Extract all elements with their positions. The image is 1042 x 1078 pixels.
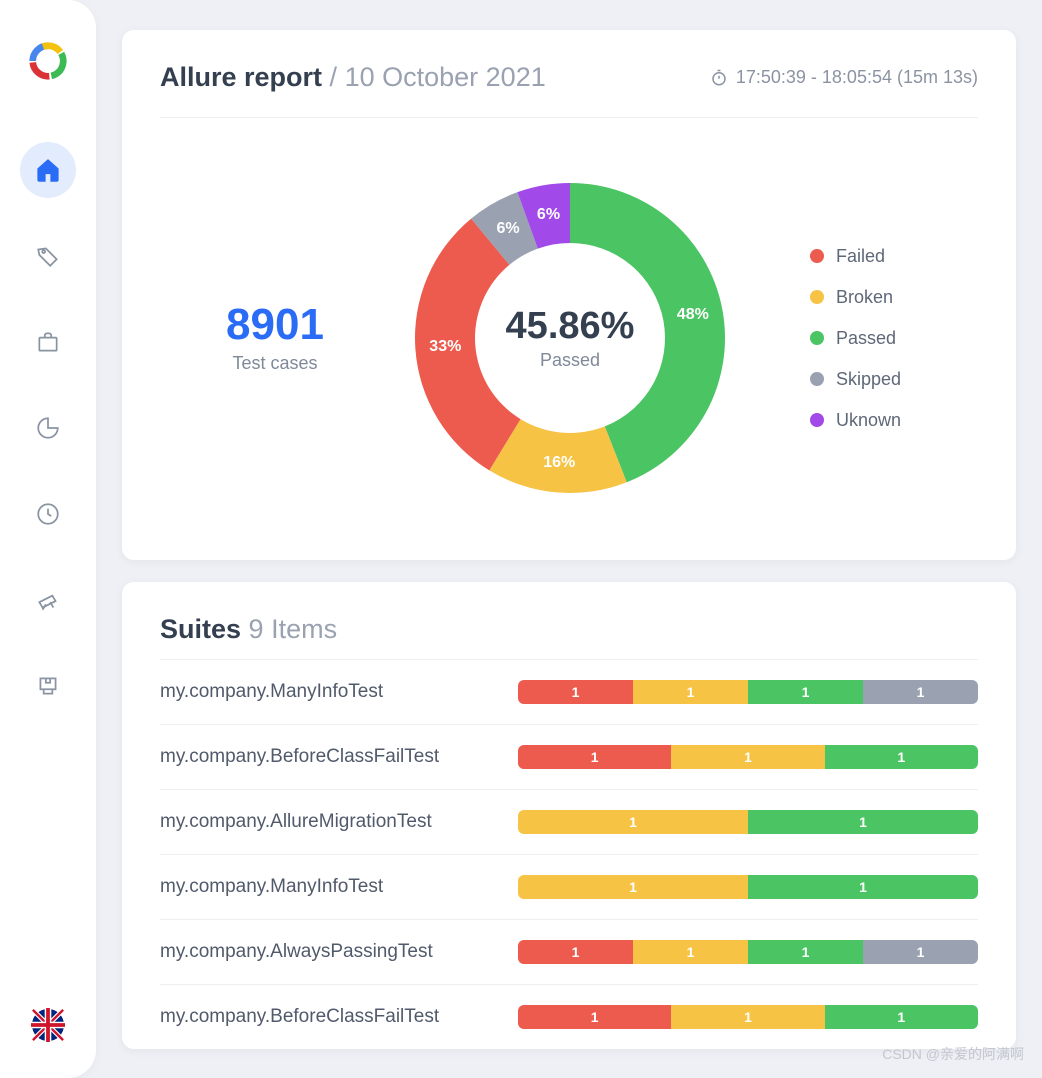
- time-range: 17:50:39 - 18:05:54 (15m 13s): [736, 67, 978, 88]
- piechart-icon: [35, 415, 61, 441]
- overview-body: 8901 Test cases 45.86% Passed 48%16%33%6…: [160, 118, 978, 528]
- flag-uk-icon: [31, 1008, 65, 1042]
- status-seg-skipped: 1: [863, 680, 978, 704]
- status-seg-skipped: 1: [863, 940, 978, 964]
- suite-status-bar: 1111: [518, 680, 978, 704]
- nav-behaviors[interactable]: [20, 572, 76, 628]
- language-button[interactable]: [25, 1002, 71, 1048]
- overview-header: Allure report / 10 October 2021 17:50:39…: [160, 62, 978, 118]
- nav-packages[interactable]: [20, 658, 76, 714]
- legend-item-failed: Failed: [810, 246, 901, 267]
- legend-label: Uknown: [836, 410, 901, 431]
- sidebar-nav: [20, 142, 76, 1002]
- status-seg-broken: 1: [518, 810, 748, 834]
- status-seg-broken: 1: [671, 1005, 824, 1029]
- status-seg-passed: 1: [748, 810, 978, 834]
- legend-label: Broken: [836, 287, 893, 308]
- legend-label: Failed: [836, 246, 885, 267]
- status-seg-failed: 1: [518, 940, 633, 964]
- title-text: Allure report: [160, 62, 322, 92]
- suite-name: my.company.BeforeClassFailTest: [160, 746, 439, 768]
- nav-categories[interactable]: [20, 228, 76, 284]
- status-seg-failed: 1: [518, 680, 633, 704]
- suitcase-icon: [35, 329, 61, 355]
- title-date: 10 October 2021: [345, 62, 546, 92]
- legend-label: Skipped: [836, 369, 901, 390]
- status-seg-broken: 1: [671, 745, 824, 769]
- suites-header: Suites 9 Items: [160, 614, 978, 645]
- suites-title: Suites: [160, 614, 241, 644]
- clock-icon: [35, 501, 61, 527]
- suite-name: my.company.BeforeClassFailTest: [160, 1006, 439, 1028]
- suite-name: my.company.ManyInfoTest: [160, 876, 383, 898]
- legend-item-skipped: Skipped: [810, 369, 901, 390]
- suites-card: Suites 9 Items my.company.ManyInfoTest11…: [122, 582, 1016, 1049]
- legend-item-broken: Broken: [810, 287, 901, 308]
- packages-icon: [35, 673, 61, 699]
- overview-card: Allure report / 10 October 2021 17:50:39…: [122, 30, 1016, 560]
- legend-dot-failed: [810, 249, 824, 263]
- nav-graphs[interactable]: [20, 400, 76, 456]
- status-seg-passed: 1: [825, 1005, 978, 1029]
- telescope-icon: [35, 587, 61, 613]
- suite-status-bar: 11: [518, 810, 978, 834]
- stopwatch-icon: [710, 69, 728, 87]
- legend-dot-passed: [810, 331, 824, 345]
- status-seg-broken: 1: [518, 875, 748, 899]
- legend-label: Passed: [836, 328, 896, 349]
- test-count: 8901: [160, 302, 390, 348]
- suite-name: my.company.ManyInfoTest: [160, 681, 383, 703]
- suite-name: my.company.AlwaysPassingTest: [160, 941, 433, 963]
- time-info: 17:50:39 - 18:05:54 (15m 13s): [710, 67, 978, 88]
- suite-row[interactable]: my.company.ManyInfoTest1111: [160, 659, 978, 724]
- status-seg-failed: 1: [518, 1005, 671, 1029]
- suite-status-bar: 1111: [518, 940, 978, 964]
- test-count-label: Test cases: [160, 353, 390, 374]
- status-seg-passed: 1: [748, 875, 978, 899]
- suites-list: my.company.ManyInfoTest1111my.company.Be…: [160, 659, 978, 1049]
- nav-suites[interactable]: [20, 314, 76, 370]
- app-logo-icon: [27, 40, 69, 82]
- suites-subtitle: 9 Items: [249, 614, 338, 644]
- suite-status-bar: 11: [518, 875, 978, 899]
- suite-name: my.company.AllureMigrationTest: [160, 811, 432, 833]
- legend-dot-broken: [810, 290, 824, 304]
- sidebar: [0, 0, 96, 1078]
- suite-status-bar: 111: [518, 1005, 978, 1029]
- legend-item-unknown: Uknown: [810, 410, 901, 431]
- title-sep: /: [330, 62, 338, 92]
- suite-row[interactable]: my.company.ManyInfoTest 11: [160, 854, 978, 919]
- nav-overview[interactable]: [20, 142, 76, 198]
- status-donut-chart: 45.86% Passed 48%16%33%6%6%: [390, 158, 750, 518]
- suite-row[interactable]: my.company.AlwaysPassingTest1111: [160, 919, 978, 984]
- legend-dot-skipped: [810, 372, 824, 386]
- home-icon: [35, 157, 61, 183]
- status-seg-passed: 1: [748, 680, 863, 704]
- nav-timeline[interactable]: [20, 486, 76, 542]
- legend-item-passed: Passed: [810, 328, 901, 349]
- test-count-block: 8901 Test cases: [160, 302, 390, 373]
- suite-status-bar: 111: [518, 745, 978, 769]
- status-seg-broken: 1: [633, 940, 748, 964]
- status-legend: Failed Broken Passed Skipped Uknown: [810, 246, 901, 431]
- suite-row[interactable]: my.company.AllureMigrationTest 11: [160, 789, 978, 854]
- status-seg-passed: 1: [748, 940, 863, 964]
- legend-dot-unknown: [810, 413, 824, 427]
- tags-icon: [35, 243, 61, 269]
- status-seg-broken: 1: [633, 680, 748, 704]
- suite-row[interactable]: my.company.BeforeClassFailTest111: [160, 984, 978, 1049]
- suite-row[interactable]: my.company.BeforeClassFailTest111: [160, 724, 978, 789]
- page-title: Allure report / 10 October 2021: [160, 62, 546, 93]
- status-seg-passed: 1: [825, 745, 978, 769]
- status-seg-failed: 1: [518, 745, 671, 769]
- watermark: CSDN @亲爱的阿满啊: [882, 1044, 1024, 1064]
- content-area: Allure report / 10 October 2021 17:50:39…: [96, 0, 1042, 1078]
